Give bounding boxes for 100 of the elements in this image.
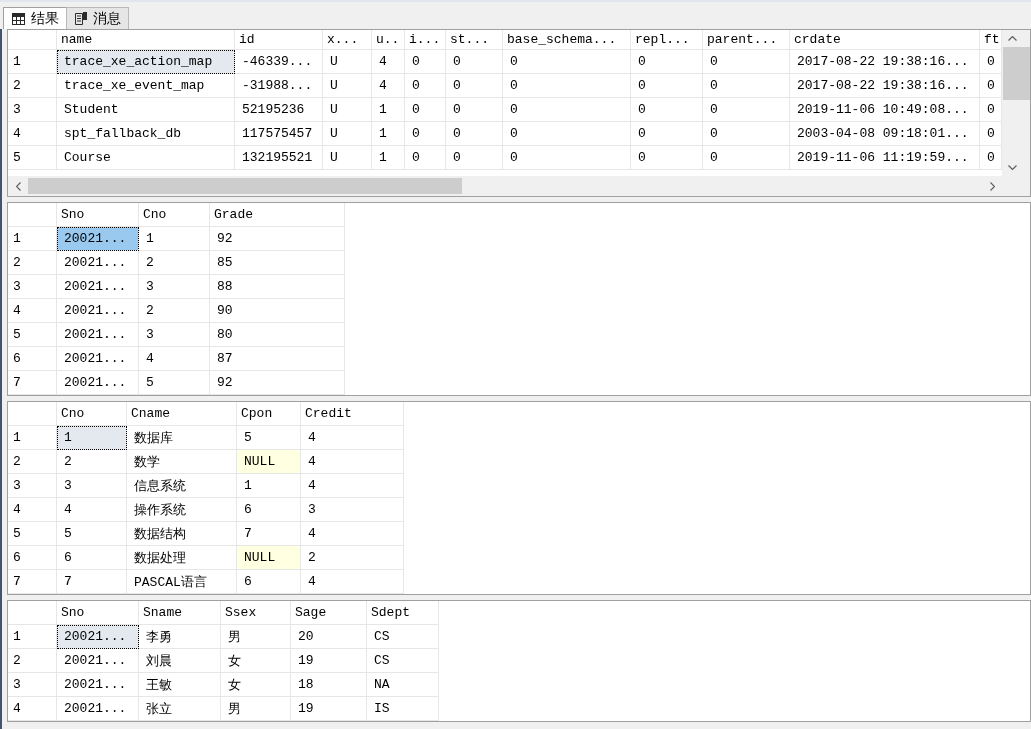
- table-cell: 4: [301, 450, 404, 474]
- table-cell: 1: [372, 122, 405, 146]
- table-cell: Course: [57, 146, 235, 170]
- column-header[interactable]: Sdept: [367, 601, 439, 625]
- row-header[interactable]: 4: [8, 122, 57, 146]
- column-header[interactable]: u..: [372, 30, 405, 50]
- table-cell: 3: [301, 498, 404, 522]
- table-cell: U: [323, 74, 372, 98]
- table-cell: 2: [139, 299, 210, 323]
- table-cell: 0: [446, 146, 503, 170]
- column-header[interactable]: Ssex: [221, 601, 291, 625]
- table-cell: 4: [301, 426, 404, 450]
- horizontal-scrollbar[interactable]: [8, 176, 1002, 196]
- row-header[interactable]: 5: [8, 522, 57, 546]
- table-cell: 2: [301, 546, 404, 570]
- table-cell: 0: [405, 146, 446, 170]
- corner-header[interactable]: [8, 30, 57, 50]
- column-header[interactable]: Cno: [139, 203, 210, 227]
- row-header[interactable]: 3: [8, 98, 57, 122]
- table-cell: NULL: [237, 450, 301, 474]
- vertical-scrollbar[interactable]: [1002, 30, 1030, 176]
- table-cell: 87: [210, 347, 345, 371]
- row-header[interactable]: 2: [8, 74, 57, 98]
- table-cell: 20021...: [57, 625, 139, 649]
- row-header[interactable]: 7: [8, 371, 57, 395]
- column-header[interactable]: crdate: [790, 30, 980, 50]
- row-header[interactable]: 2: [8, 649, 57, 673]
- table-cell: 0: [405, 50, 446, 74]
- table-cell: 52195236: [235, 98, 323, 122]
- table-cell: 132195521: [235, 146, 323, 170]
- column-header[interactable]: st...: [446, 30, 503, 50]
- scrollbar-thumb[interactable]: [28, 178, 462, 194]
- tab[interactable]: 消息: [66, 7, 129, 29]
- row-header[interactable]: 4: [8, 697, 57, 721]
- table-cell: 刘晨: [139, 649, 221, 673]
- table-cell: 女: [221, 649, 291, 673]
- row-header[interactable]: 4: [8, 498, 57, 522]
- column-header[interactable]: base_schema...: [503, 30, 631, 50]
- table-cell: 信息系统: [127, 474, 237, 498]
- table-cell: 20021...: [57, 299, 139, 323]
- corner-header[interactable]: [8, 402, 57, 426]
- table-cell: 6: [237, 498, 301, 522]
- column-header[interactable]: Sage: [291, 601, 367, 625]
- corner-header[interactable]: [8, 601, 57, 625]
- table-cell: 0: [446, 122, 503, 146]
- table-cell: 男: [221, 697, 291, 721]
- table-cell: 0: [446, 74, 503, 98]
- row-header[interactable]: 6: [8, 546, 57, 570]
- table-cell: 0: [446, 50, 503, 74]
- column-header[interactable]: id: [235, 30, 323, 50]
- table-icon: [12, 12, 25, 25]
- table-cell: PASCAL语言: [127, 570, 237, 594]
- row-header[interactable]: 5: [8, 323, 57, 347]
- column-header[interactable]: Credit: [301, 402, 404, 426]
- table-cell: 0: [405, 74, 446, 98]
- column-header[interactable]: Cpon: [237, 402, 301, 426]
- table-cell: 20021...: [57, 673, 139, 697]
- row-header[interactable]: 3: [8, 673, 57, 697]
- table-cell: 4: [57, 498, 127, 522]
- row-header[interactable]: 2: [8, 450, 57, 474]
- column-header[interactable]: x...: [323, 30, 372, 50]
- table-cell: -31988...: [235, 74, 323, 98]
- table-cell: 20021...: [57, 347, 139, 371]
- table-cell: CS: [367, 625, 439, 649]
- table-cell: -46339...: [235, 50, 323, 74]
- scrollbar-thumb[interactable]: [1003, 47, 1030, 100]
- row-header[interactable]: 6: [8, 347, 57, 371]
- tab[interactable]: 结果: [3, 7, 67, 29]
- table-cell: 0: [631, 146, 703, 170]
- table-cell: 4: [301, 570, 404, 594]
- row-header[interactable]: 3: [8, 275, 57, 299]
- column-header[interactable]: Grade: [210, 203, 345, 227]
- table-cell: 5: [139, 371, 210, 395]
- column-header[interactable]: repl...: [631, 30, 703, 50]
- column-header[interactable]: parent...: [703, 30, 790, 50]
- table-cell: 2019-11-06 11:19:59...: [790, 146, 980, 170]
- table-cell: 张立: [139, 697, 221, 721]
- row-header[interactable]: 4: [8, 299, 57, 323]
- column-header[interactable]: Cname: [127, 402, 237, 426]
- table-cell: 3: [139, 275, 210, 299]
- row-header[interactable]: 3: [8, 474, 57, 498]
- chevron-right-icon: [989, 181, 995, 191]
- row-header[interactable]: 5: [8, 146, 57, 170]
- table-cell: 1: [237, 474, 301, 498]
- table-cell: 0: [631, 98, 703, 122]
- table-cell: trace_xe_action_map: [57, 50, 235, 74]
- table-cell: 0: [503, 98, 631, 122]
- corner-header[interactable]: [8, 203, 57, 227]
- row-header[interactable]: 7: [8, 570, 57, 594]
- table-cell: 2017-08-22 19:38:16...: [790, 50, 980, 74]
- table-cell: 1: [372, 98, 405, 122]
- table-cell: 0: [631, 74, 703, 98]
- column-header[interactable]: i...: [405, 30, 446, 50]
- table-cell: NA: [367, 673, 439, 697]
- column-header[interactable]: Sname: [139, 601, 221, 625]
- table-cell: 2: [57, 450, 127, 474]
- table-cell: 0: [631, 50, 703, 74]
- table-cell: CS: [367, 649, 439, 673]
- row-header[interactable]: 2: [8, 251, 57, 275]
- table-cell: 4: [301, 474, 404, 498]
